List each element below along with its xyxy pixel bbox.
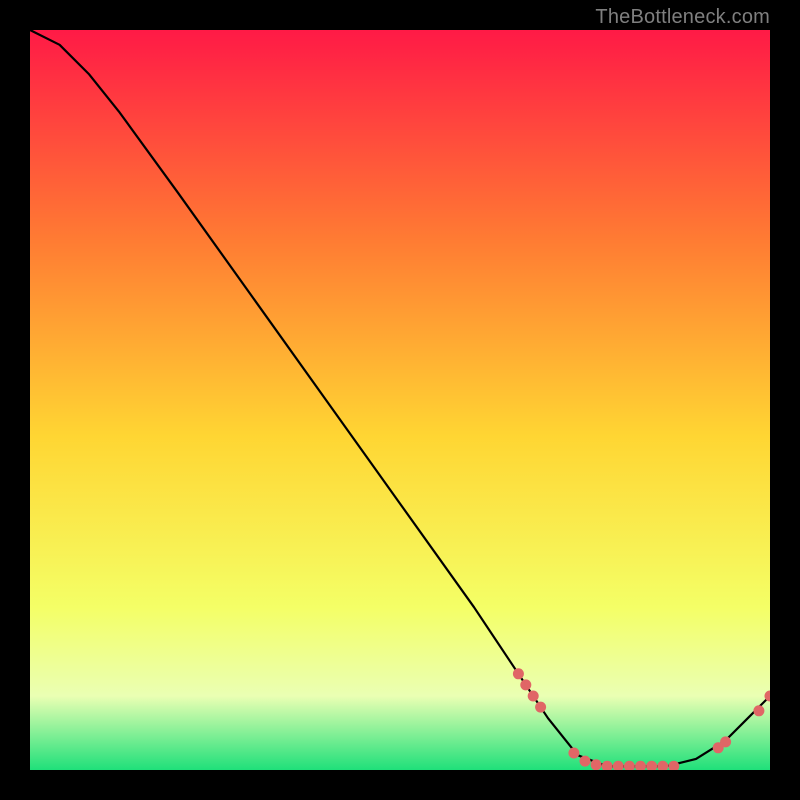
data-dot bbox=[580, 756, 591, 767]
data-dot bbox=[624, 761, 635, 770]
data-dot bbox=[602, 761, 613, 770]
data-dot bbox=[646, 761, 657, 770]
data-dot bbox=[528, 691, 539, 702]
data-dot bbox=[657, 761, 668, 770]
curve-layer bbox=[30, 30, 770, 770]
data-dot bbox=[520, 679, 531, 690]
data-dot bbox=[753, 705, 764, 716]
data-dot bbox=[591, 759, 602, 770]
watermark-text: TheBottleneck.com bbox=[595, 6, 770, 29]
data-dot bbox=[720, 736, 731, 747]
data-dot bbox=[568, 748, 579, 759]
plot-area bbox=[30, 30, 770, 770]
data-dot bbox=[668, 761, 679, 770]
data-dot bbox=[635, 761, 646, 770]
chart-stage: TheBottleneck.com bbox=[0, 0, 800, 800]
data-dot bbox=[613, 761, 624, 770]
bottleneck-curve bbox=[30, 30, 770, 766]
data-dots bbox=[513, 668, 770, 770]
data-dot bbox=[535, 702, 546, 713]
data-dot bbox=[513, 668, 524, 679]
